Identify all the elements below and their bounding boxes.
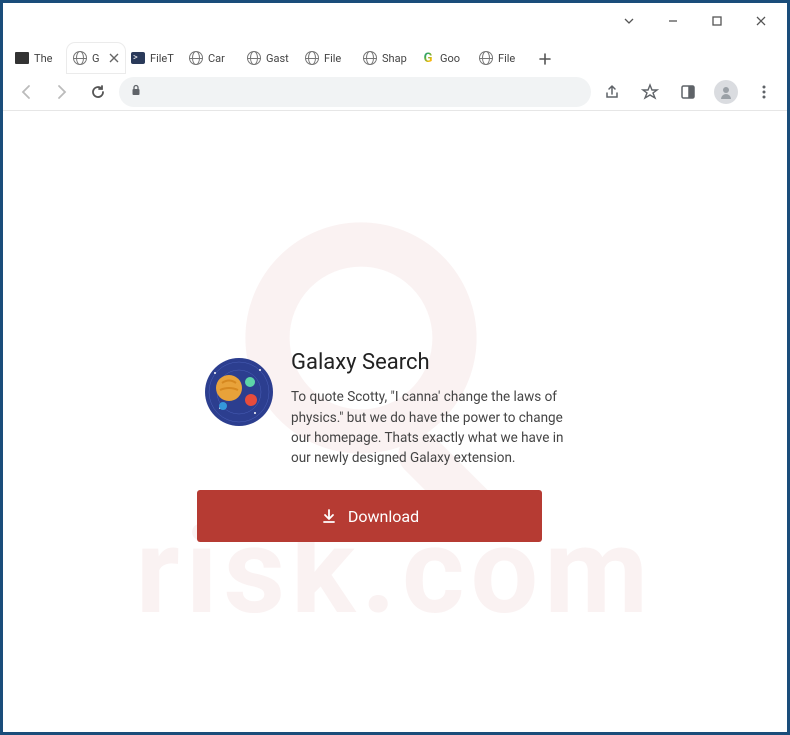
new-tab-button[interactable] <box>531 45 559 73</box>
close-window-button[interactable] <box>739 6 783 36</box>
tab-title: Shap <box>382 52 409 65</box>
download-button[interactable]: Download <box>197 490 542 542</box>
side-panel-icon[interactable] <box>673 77 703 107</box>
toolbar-actions <box>597 77 779 107</box>
tab-title: Car <box>208 52 235 65</box>
reload-button[interactable] <box>83 77 113 107</box>
tab-1[interactable]: G <box>67 43 125 73</box>
page-content: risk.com Galaxy Search To quote Sc <box>3 111 787 732</box>
tab-8[interactable]: File <box>473 43 531 73</box>
maximize-button[interactable] <box>695 6 739 36</box>
tab-title: The <box>34 52 61 65</box>
close-tab-icon[interactable] <box>109 53 119 63</box>
globe-icon <box>247 51 261 65</box>
tab-6[interactable]: Shap <box>357 43 415 73</box>
globe-icon <box>479 51 493 65</box>
printer-icon <box>15 51 29 65</box>
tab-title: File <box>324 52 351 65</box>
page-title: Galaxy Search <box>291 350 585 375</box>
forward-button[interactable] <box>47 77 77 107</box>
tab-3[interactable]: Car <box>183 43 241 73</box>
address-bar[interactable] <box>119 77 591 107</box>
galaxy-icon <box>205 358 273 426</box>
terminal-icon <box>131 51 145 65</box>
share-icon[interactable] <box>597 77 627 107</box>
promo-card: Galaxy Search To quote Scotty, "I canna'… <box>205 350 585 542</box>
chevron-down-icon[interactable] <box>607 6 651 36</box>
avatar-icon <box>714 80 738 104</box>
tab-0[interactable]: The <box>9 43 67 73</box>
browser-toolbar <box>3 73 787 111</box>
tab-5[interactable]: File <box>299 43 357 73</box>
globe-icon <box>189 51 203 65</box>
bookmark-icon[interactable] <box>635 77 665 107</box>
globe-icon <box>363 51 377 65</box>
tab-7[interactable]: G Goo <box>415 43 473 73</box>
tab-title: File <box>498 52 525 65</box>
tab-title: Gast <box>266 52 293 65</box>
tab-title: G <box>92 52 104 65</box>
tab-strip: The G FileT Car Gast File Shap G Goo File <box>3 39 787 73</box>
minimize-button[interactable] <box>651 6 695 36</box>
profile-button[interactable] <box>711 77 741 107</box>
globe-icon <box>305 51 319 65</box>
tab-title: FileT <box>150 52 177 65</box>
google-icon: G <box>421 51 435 65</box>
lock-icon <box>129 82 143 101</box>
window-controls <box>3 3 787 39</box>
globe-icon <box>73 51 87 65</box>
download-label: Download <box>348 507 419 526</box>
page-description: To quote Scotty, "I canna' change the la… <box>291 387 585 468</box>
back-button[interactable] <box>11 77 41 107</box>
tab-2[interactable]: FileT <box>125 43 183 73</box>
menu-icon[interactable] <box>749 77 779 107</box>
tab-title: Goo <box>440 52 467 65</box>
tab-4[interactable]: Gast <box>241 43 299 73</box>
download-icon <box>320 507 338 525</box>
